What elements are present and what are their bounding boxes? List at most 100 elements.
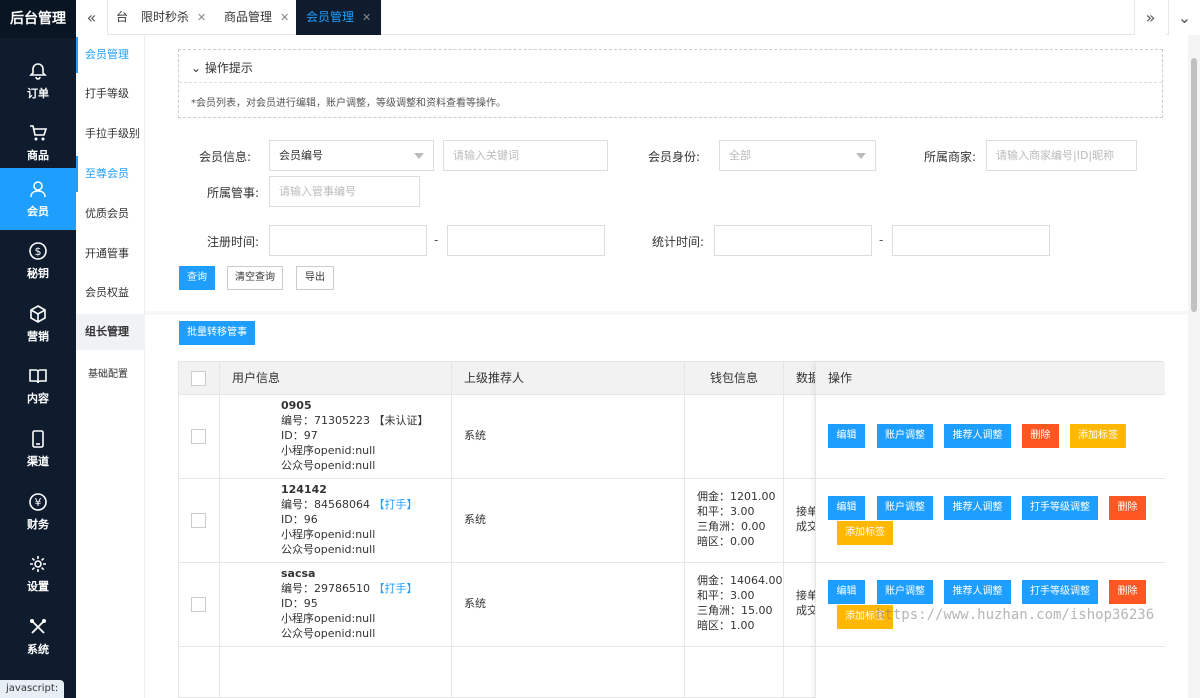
range-dash: -	[879, 233, 884, 247]
tab-flash-sale[interactable]: 限时秒杀 ✕	[131, 0, 216, 35]
referrer-adjust-button[interactable]: 推荐人调整	[944, 580, 1011, 604]
reg-time-end[interactable]	[447, 225, 605, 256]
submenu-open-manager[interactable]: 开通管事	[76, 236, 145, 272]
user-tag: 【打手】	[373, 582, 418, 595]
add-tag-button[interactable]: 添加标签	[837, 521, 893, 545]
select-all-checkbox[interactable]	[191, 371, 206, 386]
delete-button[interactable]: 删除	[1109, 580, 1146, 604]
member-info-select[interactable]: 会员编号	[269, 140, 434, 171]
edit-button[interactable]: 编辑	[828, 496, 865, 520]
user-tag: 【打手】	[373, 498, 418, 511]
wallet-anqu: 暗区：1.00	[697, 619, 755, 632]
box-icon	[30, 305, 46, 323]
query-button[interactable]: 查询	[179, 266, 215, 290]
column-divider	[783, 362, 784, 698]
user-icon	[30, 181, 46, 198]
identity-select[interactable]: 全部	[719, 140, 876, 171]
nav-item-orders[interactable]: 订单	[0, 50, 76, 112]
row-checkbox[interactable]	[191, 597, 206, 612]
tips-title: 操作提示	[204, 61, 253, 75]
yen-icon: ¥	[29, 493, 47, 511]
bell-icon	[29, 63, 47, 80]
merchant-input[interactable]: 请输入商家编号|ID|昵称	[986, 140, 1137, 171]
user-id: ID：95	[281, 597, 318, 610]
nav-item-keys[interactable]: $ 秘钥	[0, 230, 76, 292]
tips-header[interactable]: ⌄ 操作提示	[191, 59, 253, 76]
header-user-info: 用户信息	[232, 371, 281, 385]
reg-time-start[interactable]	[269, 225, 427, 256]
clear-query-button[interactable]: 清空查询	[227, 266, 283, 290]
add-tag-button[interactable]: 添加标签	[1070, 424, 1126, 448]
public-openid: 公众号openid:null	[281, 543, 376, 556]
referrer-adjust-button[interactable]: 推荐人调整	[944, 496, 1011, 520]
select-value: 全部	[729, 149, 751, 162]
nav-item-settings[interactable]: 设置	[0, 543, 76, 605]
submenu-hand-in-hand-level[interactable]: 手拉手级别	[76, 116, 145, 152]
edit-button[interactable]: 编辑	[828, 424, 865, 448]
nav-label: 订单	[27, 87, 49, 100]
nav-item-content[interactable]: 内容	[0, 355, 76, 417]
ops-header: 操作	[816, 362, 1165, 395]
nav-item-products[interactable]: 商品	[0, 112, 76, 174]
account-adjust-button[interactable]: 账户调整	[877, 496, 933, 520]
manager-input[interactable]: 请输入管事编号	[269, 176, 420, 207]
user-tag: 【未认证】	[373, 414, 429, 427]
wallet-cell: 佣金：1201.00 和平：3.00 三角洲：0.00 暗区：0.00	[697, 489, 776, 549]
main-content: ⌄ 操作提示 *会员列表，对会员进行编辑，账户调整，等级调整和资料查看等操作。 …	[145, 35, 1188, 698]
nav-item-system[interactable]: 系统	[0, 606, 76, 668]
nav-label: 商品	[27, 149, 49, 162]
referrer-cell: 系统	[464, 513, 486, 526]
row-checkbox[interactable]	[191, 513, 206, 528]
nav-label: 设置	[27, 580, 49, 593]
column-divider	[684, 362, 685, 698]
player-level-adjust-button[interactable]: 打手等级调整	[1022, 580, 1098, 604]
account-adjust-button[interactable]: 账户调整	[877, 424, 933, 448]
edit-button[interactable]: 编辑	[828, 580, 865, 604]
scrollbar-thumb[interactable]	[1191, 58, 1197, 312]
user-info-cell: sacsa 编号：29786510 【打手】 ID：95 小程序openid:n…	[281, 566, 418, 641]
nav-label: 会员	[27, 205, 49, 218]
player-level-adjust-button[interactable]: 打手等级调整	[1022, 496, 1098, 520]
nav-label: 系统	[27, 643, 49, 656]
account-adjust-button[interactable]: 账户调整	[877, 580, 933, 604]
close-icon[interactable]: ✕	[197, 11, 206, 24]
close-icon[interactable]: ✕	[280, 11, 289, 24]
delete-button[interactable]: 删除	[1109, 496, 1146, 520]
tab-bar: « 台 限时秒杀 ✕ 商品管理 ✕ 会员管理 ✕ » ⌄	[76, 0, 1200, 35]
referrer-adjust-button[interactable]: 推荐人调整	[944, 424, 1011, 448]
export-button[interactable]: 导出	[296, 266, 334, 290]
nav-item-members[interactable]: 会员	[0, 168, 76, 230]
nav-item-channels[interactable]: 渠道	[0, 418, 76, 480]
stat-time-end[interactable]	[892, 225, 1050, 256]
batch-transfer-button[interactable]: 批量转移管事	[179, 321, 255, 345]
tab-label: 会员管理	[306, 10, 355, 24]
section-separator	[145, 311, 1188, 315]
tab-scroll-left[interactable]: «	[76, 0, 108, 35]
tab-options[interactable]: ⌄	[1168, 0, 1200, 35]
submenu-premium-member[interactable]: 优质会员	[76, 196, 145, 232]
member-table: 用户信息 上级推荐人 钱包信息 数据 0905 编号：71305223 【未认证…	[178, 361, 1165, 698]
tab-product-management[interactable]: 商品管理 ✕	[214, 0, 299, 35]
submenu-player-level[interactable]: 打手等级	[76, 76, 145, 112]
referrer-cell: 系统	[464, 429, 486, 442]
user-code: 编号：29786510	[281, 582, 370, 595]
brand-title: 后台管理	[0, 0, 76, 38]
user-name: 124142	[281, 483, 327, 496]
nav-label: 财务	[27, 518, 49, 531]
submenu-member-rights[interactable]: 会员权益	[76, 275, 145, 311]
submenu-supreme-member[interactable]: 至尊会员	[76, 156, 145, 192]
nav-item-marketing[interactable]: 营销	[0, 293, 76, 355]
submenu-basic-config[interactable]: 基础配置	[76, 357, 145, 393]
tab-label: 限时秒杀	[141, 10, 190, 24]
keyword-input[interactable]: 请输入关键词	[443, 140, 608, 171]
tab-member-management[interactable]: 会员管理 ✕	[296, 0, 382, 35]
user-id: ID：97	[281, 429, 318, 442]
tab-scroll-right[interactable]: »	[1134, 0, 1166, 35]
submenu-member-management[interactable]: 会员管理	[76, 37, 145, 73]
row-checkbox[interactable]	[191, 429, 206, 444]
close-icon[interactable]: ✕	[362, 11, 371, 24]
submenu-leader-management[interactable]: 组长管理	[76, 314, 145, 350]
nav-item-finance[interactable]: ¥ 财务	[0, 481, 76, 543]
delete-button[interactable]: 删除	[1022, 424, 1059, 448]
stat-time-start[interactable]	[714, 225, 872, 256]
